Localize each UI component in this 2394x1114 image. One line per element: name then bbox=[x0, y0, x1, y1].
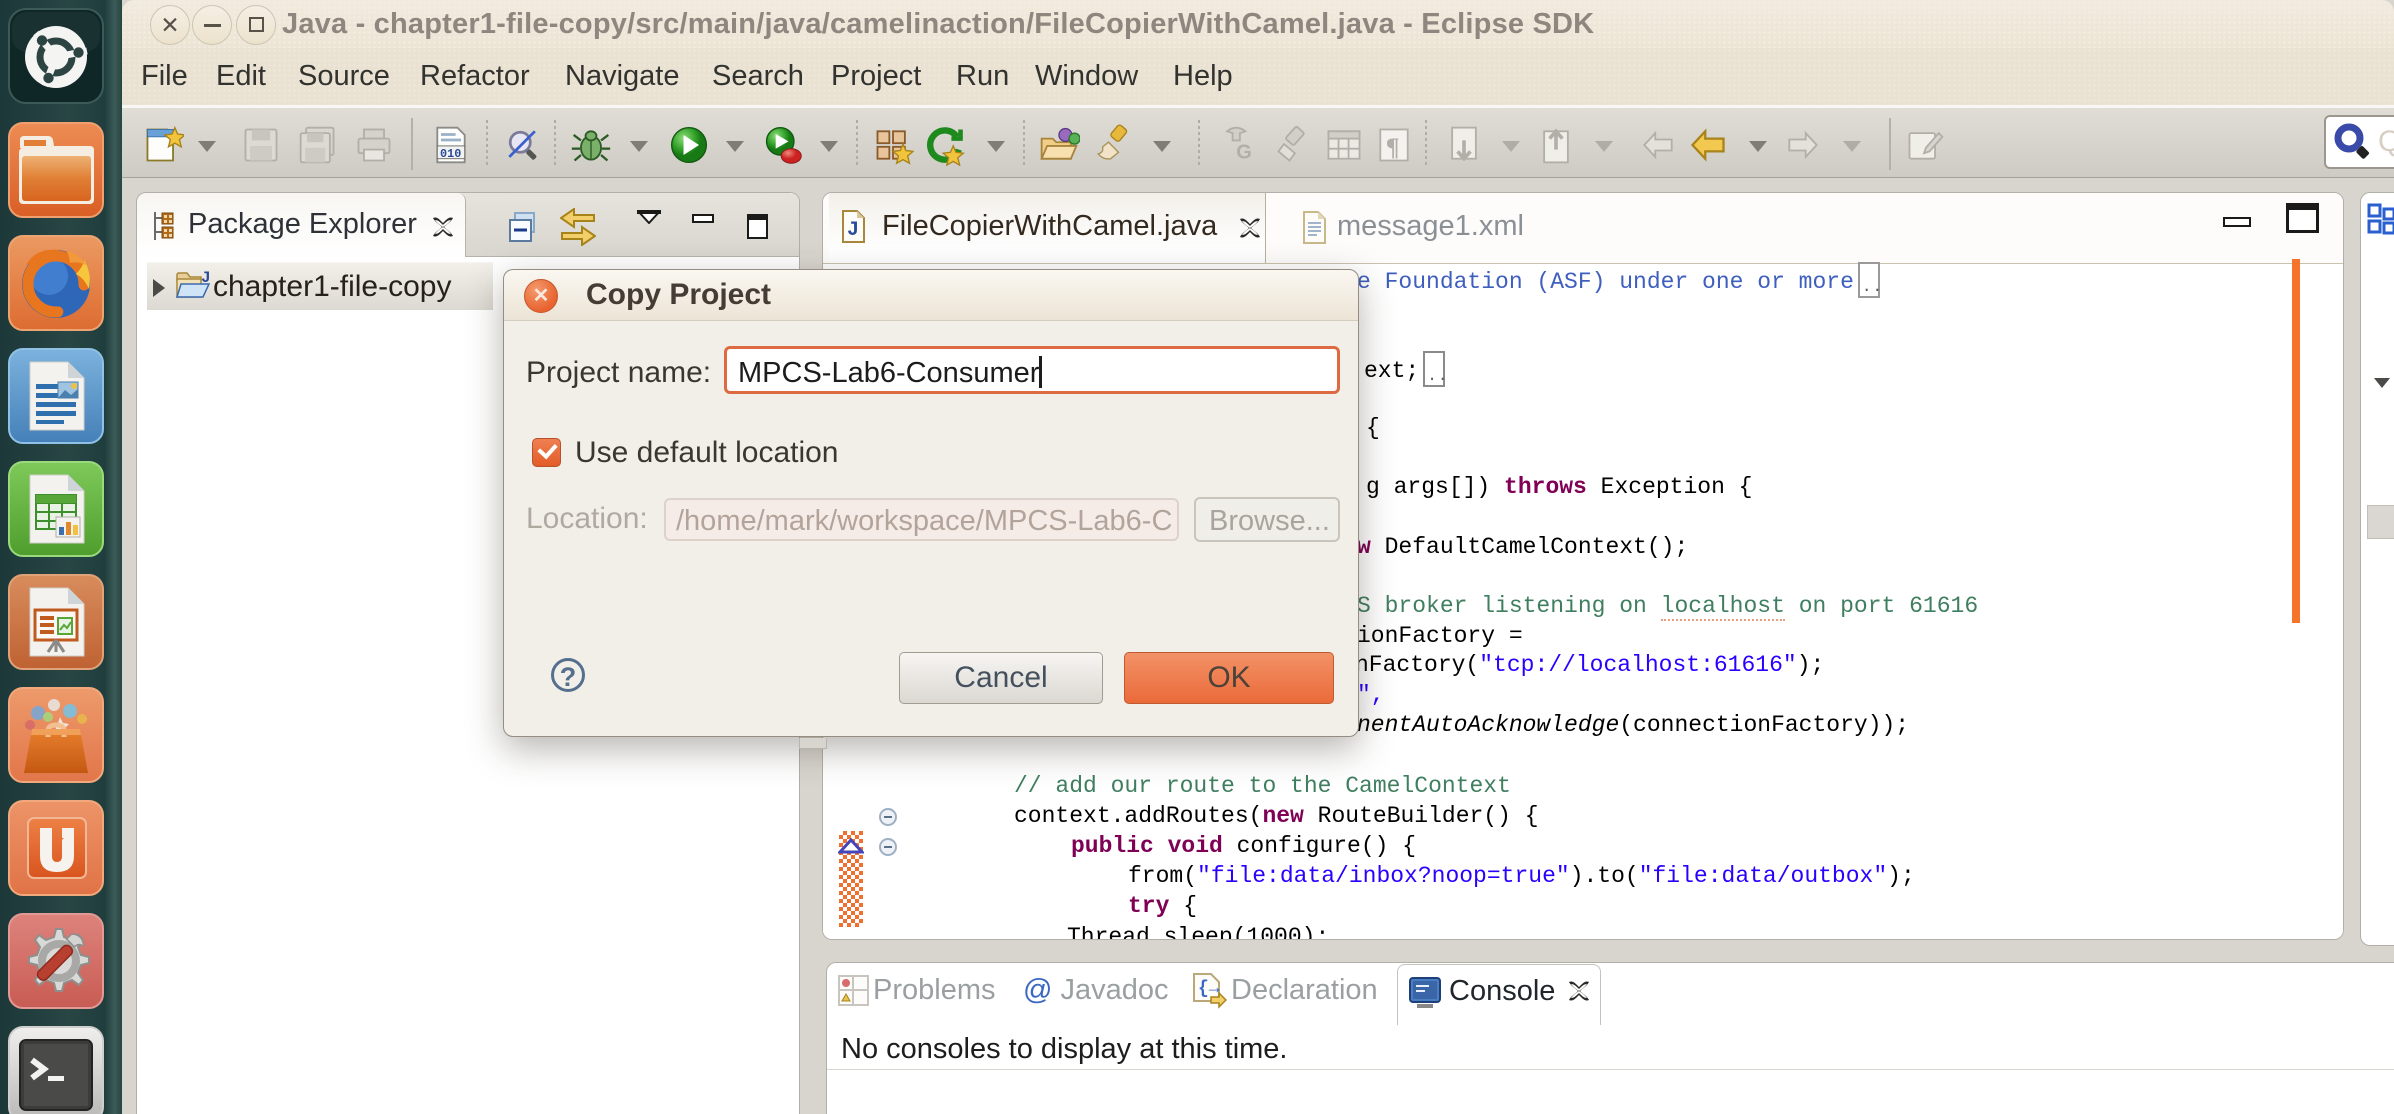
svg-text:G: G bbox=[1236, 142, 1252, 164]
svg-text:J: J bbox=[847, 219, 859, 242]
svg-text:¶: ¶ bbox=[1386, 132, 1400, 161]
svg-text:{→: {→ bbox=[1198, 979, 1220, 999]
svg-text:J: J bbox=[201, 270, 211, 287]
svg-text:010: 010 bbox=[440, 147, 461, 161]
